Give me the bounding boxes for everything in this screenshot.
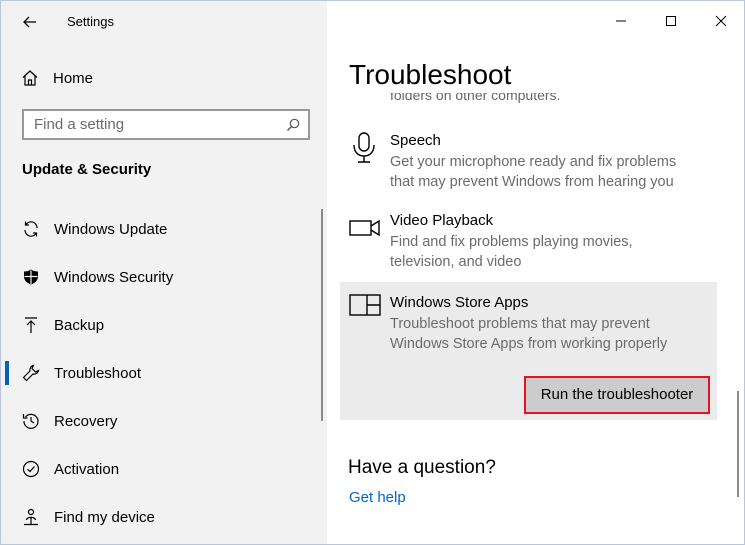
clipped-description: folders on other computers. xyxy=(390,93,561,103)
sidebar-item-label: Find my device xyxy=(54,508,155,526)
sidebar-item-windows-security[interactable]: Windows Security xyxy=(1,253,321,301)
maximize-icon xyxy=(666,16,676,26)
troubleshooter-video-playback[interactable]: Video Playback Find and fix problems pla… xyxy=(341,212,717,272)
main-scrollbar[interactable] xyxy=(737,391,739,497)
video-camera-icon xyxy=(349,212,381,244)
check-circle-icon xyxy=(21,459,41,479)
home-icon xyxy=(22,70,38,86)
upload-arrow-icon xyxy=(21,315,41,335)
minimize-icon xyxy=(616,20,626,22)
troubleshooter-description: Get your microphone ready and fix proble… xyxy=(390,154,677,190)
sidebar-item-label: Windows Update xyxy=(54,220,168,238)
troubleshooter-windows-store-apps[interactable]: Windows Store Apps Troubleshoot problems… xyxy=(340,282,717,420)
back-arrow-icon xyxy=(23,16,36,28)
sidebar-item-activation[interactable]: Activation xyxy=(1,445,321,493)
store-apps-icon xyxy=(349,294,381,320)
search-input[interactable] xyxy=(34,116,274,133)
troubleshooter-description: Troubleshoot problems that may prevent W… xyxy=(390,316,668,352)
run-troubleshooter-label: Run the troubleshooter xyxy=(528,380,706,410)
main-panel: Troubleshoot folders on other computers.… xyxy=(327,1,744,544)
history-icon xyxy=(21,411,41,431)
sidebar-item-label: Troubleshoot xyxy=(54,364,141,382)
settings-window: Settings Home Update & Security xyxy=(0,0,745,545)
app-title: Settings xyxy=(67,14,114,29)
sidebar-item-label: Recovery xyxy=(54,412,118,430)
sidebar-item-label: Activation xyxy=(54,460,120,478)
title-bar-controls xyxy=(596,1,744,41)
maximize-button[interactable] xyxy=(646,1,696,41)
troubleshooter-speech[interactable]: Speech Get your microphone ready and fix… xyxy=(341,132,717,192)
sidebar-item-label: Backup xyxy=(54,316,105,334)
troubleshooter-name: Video Playback xyxy=(390,212,494,229)
page-title: Troubleshoot xyxy=(349,59,512,90)
question-heading: Have a question? xyxy=(348,457,496,478)
active-indicator xyxy=(5,361,9,385)
sidebar-item-windows-update[interactable]: Windows Update xyxy=(1,205,321,253)
sidebar-item-find-my-device[interactable]: Find my device xyxy=(1,493,321,541)
troubleshooter-name: Speech xyxy=(390,132,441,149)
sidebar: Settings Home Update & Security xyxy=(1,1,327,544)
sidebar-item-label: Windows Security xyxy=(54,268,174,286)
wrench-icon xyxy=(21,363,41,383)
run-troubleshooter-button[interactable]: Run the troubleshooter xyxy=(524,376,710,414)
section-title: Update & Security xyxy=(22,161,152,178)
sidebar-item-backup[interactable]: Backup xyxy=(1,301,321,349)
shield-icon xyxy=(21,267,41,287)
sidebar-scrollbar[interactable] xyxy=(321,209,323,421)
minimize-button[interactable] xyxy=(596,1,646,41)
back-button[interactable] xyxy=(15,9,45,35)
sidebar-item-recovery[interactable]: Recovery xyxy=(1,397,321,445)
troubleshooter-description: Find and fix problems playing movies, te… xyxy=(390,234,633,270)
sidebar-nav: Windows Update Windows Security Backup T… xyxy=(1,205,321,541)
sidebar-item-home[interactable]: Home xyxy=(21,65,93,91)
close-icon xyxy=(715,15,727,27)
person-pin-icon xyxy=(21,507,41,527)
troubleshooter-name: Windows Store Apps xyxy=(390,294,529,311)
search-box[interactable] xyxy=(22,109,310,140)
get-help-link[interactable]: Get help xyxy=(349,489,406,506)
sidebar-item-troubleshoot[interactable]: Troubleshoot xyxy=(1,349,321,397)
close-button[interactable] xyxy=(696,1,744,41)
sync-icon xyxy=(21,219,41,239)
microphone-icon xyxy=(349,132,381,164)
home-label: Home xyxy=(53,69,94,87)
search-icon[interactable] xyxy=(286,118,300,132)
